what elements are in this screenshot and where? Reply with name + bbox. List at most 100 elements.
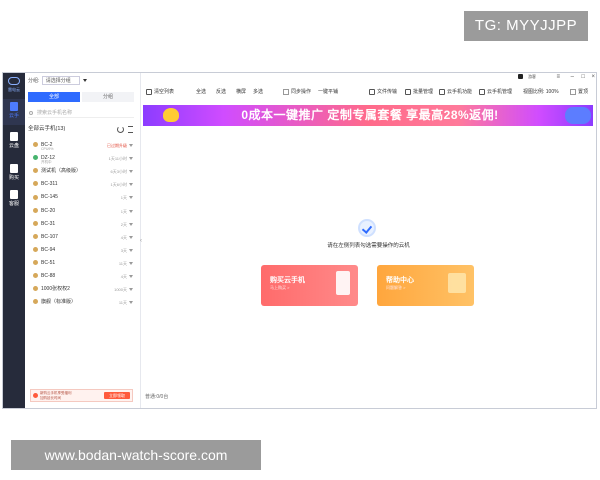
sync-operation-toggle[interactable]: 同步操作 bbox=[283, 87, 311, 97]
device-list-item[interactable]: BC-94 3天 bbox=[33, 245, 133, 256]
group-label: 分组: bbox=[28, 78, 40, 84]
file-icon bbox=[369, 88, 375, 95]
gift-icon bbox=[33, 393, 38, 398]
clear-list-button[interactable]: 清空列表 bbox=[146, 87, 174, 97]
search-input[interactable]: 搜索云手机名称 bbox=[28, 109, 134, 118]
device-list-item[interactable]: DZ-12 开机中 1天11小时 bbox=[33, 153, 133, 164]
search-placeholder: 搜索云手机名称 bbox=[37, 110, 73, 116]
device-status-icon bbox=[33, 155, 38, 161]
buy-card-title: 购买云手机 bbox=[270, 277, 305, 284]
buy-phone-card[interactable]: 购买云手机 马上购买 > bbox=[261, 265, 358, 306]
promo-banner[interactable]: 0成本一键推广 定制专属套餐 享最高28%返佣! bbox=[143, 105, 593, 126]
multi-select-button[interactable]: 多选 bbox=[253, 87, 263, 97]
device-panel: 分组: 请选择分组 全部 分组 搜索云手机名称 全部云手机(13) BC-2 CP… bbox=[25, 73, 141, 408]
cloud-logo-icon bbox=[8, 77, 20, 85]
manage-icon bbox=[479, 88, 485, 95]
all-devices-header[interactable]: 全部云手机(13) bbox=[28, 124, 136, 134]
help-center-card[interactable]: 帮助中心 问题解答 > bbox=[377, 265, 474, 306]
chevron-down-icon[interactable] bbox=[129, 222, 133, 226]
batch-icon bbox=[405, 88, 411, 95]
select-all-button[interactable]: 全选 bbox=[196, 87, 206, 97]
device-list-item[interactable]: BC-51 11天 bbox=[33, 258, 133, 269]
rail-item-buy[interactable]: 购买 bbox=[3, 161, 25, 187]
chevron-down-icon[interactable] bbox=[129, 261, 133, 265]
phone-functions-button[interactable]: 云手机功能 bbox=[439, 87, 472, 97]
minimize-icon[interactable]: – bbox=[571, 74, 574, 80]
chevron-down-icon[interactable] bbox=[129, 157, 133, 161]
pin-top-toggle[interactable]: 置顶 bbox=[570, 87, 588, 97]
phone-manage-button[interactable]: 云手机管理 bbox=[479, 87, 512, 97]
collapse-panel-icon[interactable]: ‹ bbox=[140, 238, 142, 244]
promo-ad-bar[interactable]: 新购云手机享受福利 加购延长时间 立即领取 bbox=[30, 389, 133, 402]
chevron-down-icon[interactable] bbox=[129, 235, 133, 239]
device-name: BC-107 bbox=[41, 233, 58, 240]
file-transfer-button[interactable]: 文件传输 bbox=[369, 87, 397, 97]
device-list-item[interactable]: BC-2 CPU9% 已过期升级 bbox=[33, 140, 133, 151]
search-icon bbox=[29, 111, 33, 115]
chevron-down-icon[interactable] bbox=[129, 209, 133, 213]
device-sub-status: 开机中 bbox=[41, 160, 52, 165]
watermark-bottom: www.bodan-watch-score.com bbox=[11, 440, 261, 470]
refresh-icon[interactable] bbox=[117, 126, 124, 133]
all-devices-label: 全部云手机(13) bbox=[28, 126, 66, 132]
device-name: BC-145 bbox=[41, 194, 58, 201]
claim-button[interactable]: 立即领取 bbox=[104, 392, 130, 399]
toolbar-label: 文件传输 bbox=[377, 89, 398, 95]
chevron-down-icon[interactable] bbox=[129, 144, 133, 147]
device-list-item[interactable]: 测试机（高级版） 6天3小时 bbox=[33, 166, 133, 177]
logo-text: 雷电云 bbox=[8, 87, 20, 92]
chevron-down-icon[interactable] bbox=[129, 275, 133, 278]
group-select-value[interactable]: 请选择分组 bbox=[41, 76, 80, 85]
rail-item-service[interactable]: 客服 bbox=[3, 187, 25, 213]
menu-icon[interactable]: ≡ bbox=[556, 74, 560, 80]
device-list-item[interactable]: 旗舰（标准版） 11天 bbox=[33, 297, 133, 308]
device-remaining-time: 1000天 bbox=[114, 287, 127, 293]
device-name: BC-94 bbox=[41, 246, 56, 253]
avatar[interactable] bbox=[518, 74, 523, 79]
question-icon bbox=[448, 273, 466, 293]
close-icon[interactable]: × bbox=[591, 74, 595, 80]
device-list-item[interactable]: BC-107 4天 bbox=[33, 232, 133, 243]
title-bar: 游客 ≡ – □ × bbox=[140, 73, 596, 81]
device-remaining-time: 1天6小时 bbox=[110, 182, 127, 188]
list-icon bbox=[146, 88, 152, 95]
chevron-down-icon[interactable] bbox=[129, 288, 133, 292]
view-scale-select[interactable]: 视图比例: 100% bbox=[523, 87, 559, 97]
sort-icon[interactable] bbox=[128, 126, 133, 133]
rail-item-cloud[interactable]: 云盘 bbox=[3, 129, 25, 155]
device-name: 测试机（高级版） bbox=[41, 168, 82, 175]
invert-select-button[interactable]: 反选 bbox=[216, 87, 226, 97]
device-remaining-time: 1天 bbox=[120, 195, 127, 201]
user-icon bbox=[10, 190, 18, 199]
device-remaining-time: 4天 bbox=[120, 234, 127, 240]
maximize-icon[interactable]: □ bbox=[581, 74, 585, 80]
group-select[interactable]: 分组: 请选择分组 bbox=[28, 76, 88, 85]
nav-rail: 雷电云 云手 云盘 购买 客服 bbox=[3, 73, 25, 408]
tab-all[interactable]: 全部 bbox=[28, 92, 80, 102]
device-list-item[interactable]: BC-145 1天 bbox=[33, 192, 133, 203]
device-list-item[interactable]: BC-20 1天 bbox=[33, 206, 133, 217]
cart-icon bbox=[10, 164, 18, 173]
username[interactable]: 游客 bbox=[528, 74, 536, 80]
chevron-down-icon[interactable] bbox=[129, 248, 133, 252]
tile-button[interactable]: 一键平铺 bbox=[318, 87, 338, 97]
chevron-down-icon[interactable] bbox=[129, 301, 133, 305]
rail-item-label: 云手 bbox=[8, 113, 19, 119]
chevron-down-icon[interactable] bbox=[129, 196, 133, 200]
toolbar-label: 置顶 bbox=[578, 89, 589, 95]
landscape-button[interactable]: 横屏 bbox=[236, 87, 246, 97]
rail-item-label: 云盘 bbox=[8, 143, 19, 149]
device-list-item[interactable]: BC-31 2天 bbox=[33, 219, 133, 230]
device-remaining-time: 已过期升级 bbox=[107, 143, 127, 148]
buy-card-subtitle: 马上购买 > bbox=[270, 285, 290, 290]
device-remaining-time: 2天 bbox=[120, 221, 127, 227]
device-list-item[interactable]: BC-88 4天 bbox=[33, 271, 133, 282]
batch-manage-button[interactable]: 批量管理 bbox=[405, 87, 433, 97]
device-list-item[interactable]: 1000张权权2 1000天 bbox=[33, 284, 133, 295]
tab-group[interactable]: 分组 bbox=[82, 92, 134, 102]
chevron-down-icon[interactable] bbox=[129, 183, 133, 187]
chevron-down-icon[interactable] bbox=[129, 170, 133, 174]
rail-item-phones[interactable]: 云手 bbox=[3, 99, 25, 125]
checkbox-icon bbox=[570, 88, 576, 95]
device-list-item[interactable]: BC-311 1天6小时 bbox=[33, 179, 133, 190]
